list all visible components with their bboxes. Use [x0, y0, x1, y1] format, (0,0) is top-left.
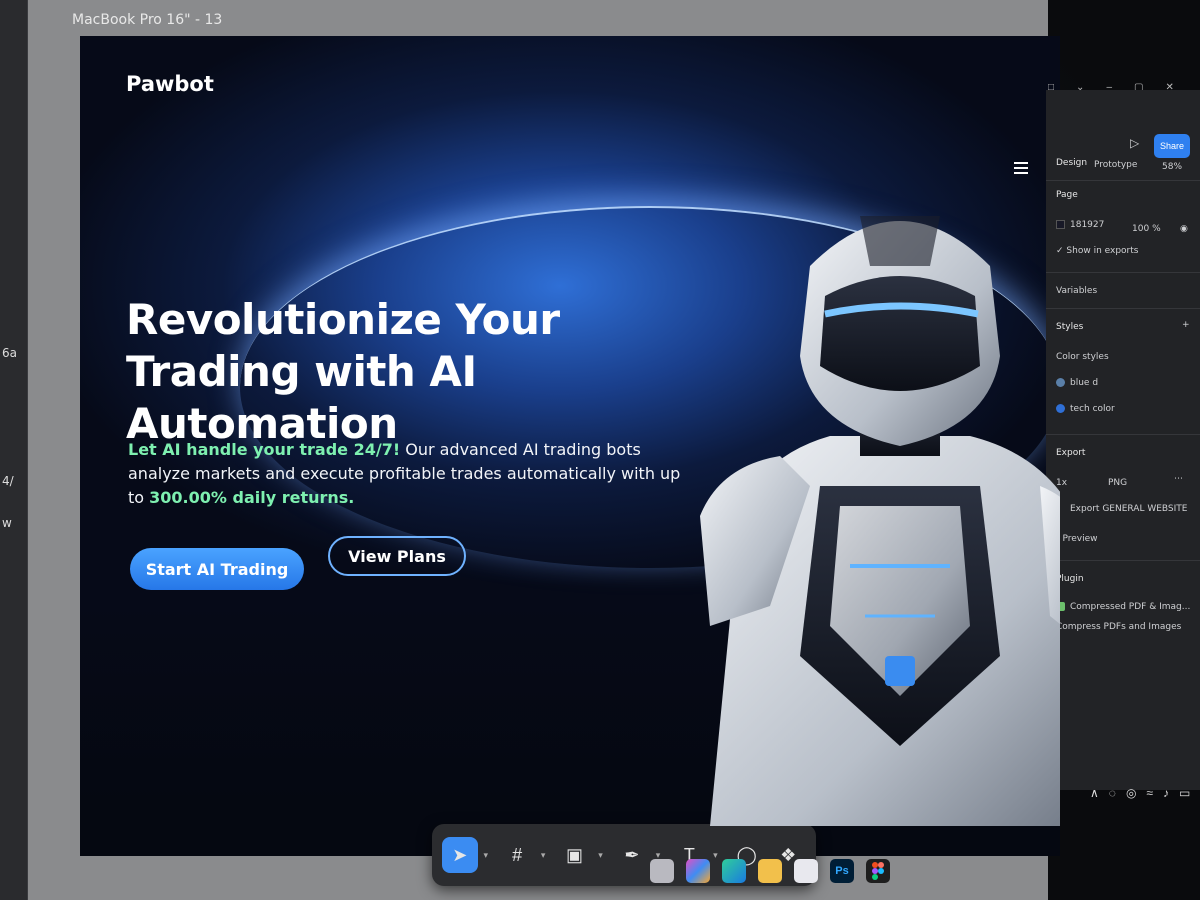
- wifi-icon[interactable]: ≈: [1146, 786, 1153, 800]
- hero-title-line: Revolutionize Your: [126, 295, 560, 344]
- export-button[interactable]: Export GENERAL WEBSITE: [1070, 504, 1187, 514]
- figma-logo-icon: [872, 862, 884, 880]
- page-opacity-unit: %: [1152, 224, 1161, 234]
- chevron-down-icon[interactable]: ▾: [541, 850, 551, 861]
- preview-toggle[interactable]: › Preview: [1056, 534, 1098, 544]
- hero-title-line: Trading with AI Automation: [126, 347, 477, 449]
- color-style-name[interactable]: blue d: [1070, 378, 1098, 388]
- network-icon[interactable]: ◌: [1109, 786, 1116, 800]
- system-tray: ∧ ◌ ◎ ≈ ♪ ▭: [1090, 786, 1190, 800]
- color-style-item[interactable]: tech color: [1056, 404, 1115, 414]
- tab-prototype[interactable]: Prototype: [1094, 160, 1137, 170]
- window-text-fragment: w: [2, 516, 12, 530]
- brand-logo[interactable]: Pawbot: [126, 72, 214, 96]
- present-icon[interactable]: ▷: [1130, 136, 1139, 150]
- frame-label[interactable]: MacBook Pro 16" - 13: [72, 12, 222, 28]
- figma-canvas[interactable]: MacBook Pro 16" - 13 Pawbot Revolutioniz…: [28, 0, 1060, 900]
- show-in-exports-label: Show in exports: [1066, 246, 1139, 256]
- chevron-up-icon[interactable]: ∧: [1090, 786, 1099, 800]
- page-opacity-field[interactable]: 100 %: [1132, 224, 1161, 234]
- color-style-item[interactable]: blue d: [1056, 378, 1098, 388]
- zoom-level[interactable]: 58%: [1162, 162, 1182, 172]
- variables-heading[interactable]: Variables: [1056, 286, 1097, 296]
- figma-icon[interactable]: [866, 859, 890, 883]
- edge-icon[interactable]: [722, 859, 746, 883]
- more-icon[interactable]: ⋯: [1174, 474, 1183, 484]
- window-text-fragment: 4/: [2, 474, 14, 488]
- frame-icon[interactable]: #: [499, 837, 535, 873]
- preview-label: Preview: [1062, 534, 1098, 544]
- export-format-select[interactable]: PNG: [1108, 478, 1127, 488]
- battery-icon[interactable]: ▭: [1179, 786, 1190, 800]
- desktop-photo: 6a 4/ w MacBook Pro 16" - 13 Pawbot Revo…: [0, 0, 1200, 900]
- folder-icon[interactable]: [758, 859, 782, 883]
- subtitle-highlight: 300.00% daily returns.: [149, 488, 355, 507]
- volume-icon[interactable]: ♪: [1163, 786, 1169, 800]
- taskbar: Ps: [560, 842, 1200, 900]
- hamburger-icon[interactable]: [1014, 162, 1028, 174]
- styles-heading: Styles: [1056, 322, 1084, 332]
- color-style-name[interactable]: tech color: [1070, 404, 1115, 414]
- photoshop-icon[interactable]: Ps: [830, 859, 854, 883]
- export-heading: Export: [1056, 448, 1086, 458]
- properties-panel: ▷ Share Design Prototype 58% Page 181927…: [1046, 90, 1200, 790]
- page-color-value[interactable]: 181927: [1070, 220, 1104, 230]
- eye-icon[interactable]: ◉: [1180, 224, 1188, 234]
- view-plans-button[interactable]: View Plans: [328, 536, 466, 576]
- robot-illustration: [700, 216, 1060, 826]
- add-style-icon[interactable]: +: [1182, 320, 1190, 330]
- tab-design[interactable]: Design: [1056, 158, 1087, 168]
- divider: [1046, 434, 1200, 435]
- divider: [1046, 180, 1200, 181]
- copilot-icon[interactable]: [686, 859, 710, 883]
- landing-frame[interactable]: Pawbot Revolutionize Your Trading with A…: [80, 36, 1060, 856]
- file-explorer-icon[interactable]: [650, 859, 674, 883]
- background-window: 6a 4/ w: [0, 0, 28, 900]
- plugin-heading: Plugin: [1056, 574, 1084, 584]
- plugin-item[interactable]: Compressed PDF & Imag...: [1056, 602, 1190, 612]
- divider: [1046, 560, 1200, 561]
- show-in-exports-checkbox[interactable]: ✓ Show in exports: [1056, 246, 1138, 256]
- hero-title: Revolutionize Your Trading with AI Autom…: [126, 294, 686, 450]
- subtitle-highlight: Let AI handle your trade 24/7!: [128, 440, 401, 459]
- divider: [1046, 272, 1200, 273]
- page-opacity-value[interactable]: 100: [1132, 224, 1149, 234]
- store-icon[interactable]: [794, 859, 818, 883]
- hero-subtitle: Let AI handle your trade 24/7! Our advan…: [128, 438, 688, 510]
- start-ai-trading-button[interactable]: Start AI Trading: [130, 548, 304, 590]
- color-styles-label: Color styles: [1056, 352, 1109, 362]
- share-button[interactable]: Share: [1154, 134, 1190, 158]
- page-color-field[interactable]: 181927: [1056, 220, 1104, 230]
- plugin-description: Compress PDFs and Images: [1056, 622, 1182, 632]
- window-text-fragment: 6a: [2, 346, 17, 360]
- move-icon[interactable]: ➤: [442, 837, 478, 873]
- globe-icon[interactable]: ◎: [1126, 786, 1136, 800]
- chevron-down-icon[interactable]: ▾: [484, 850, 494, 861]
- divider: [1046, 308, 1200, 309]
- plugin-name[interactable]: Compressed PDF & Imag...: [1070, 602, 1190, 612]
